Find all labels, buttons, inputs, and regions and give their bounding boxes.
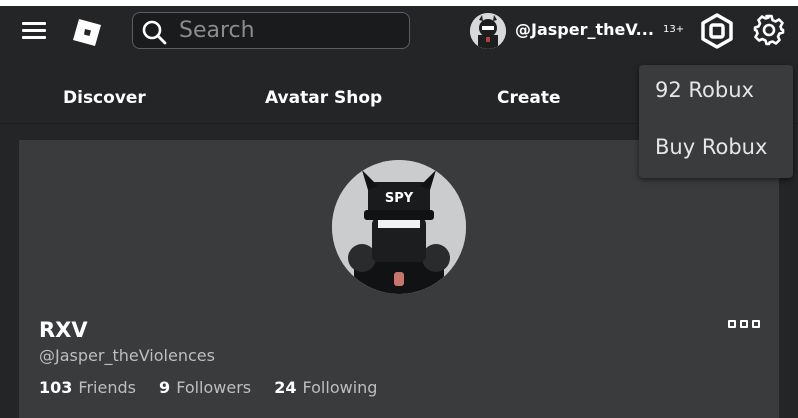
robux-icon[interactable] [700,13,734,49]
friends-count-link[interactable]: 103 Friends [39,378,136,397]
more-options-icon[interactable] [728,320,762,330]
profile-header-card: SPY RXV @Jasper_theViolences 103 Friends … [19,140,779,418]
followers-count-link[interactable]: 9 Followers [159,378,251,397]
nav-create[interactable]: Create [497,88,561,108]
profile-avatar-image: SPY [332,160,466,294]
followers-label: Followers [176,378,252,397]
gear-icon[interactable] [752,13,786,47]
avatar-thumbnail-image [470,13,506,49]
top-navigation-bar: @Jasper_theV... 13+ [0,0,798,62]
roblox-logo-icon[interactable] [72,17,102,47]
following-count: 24 [274,378,297,397]
hamburger-menu-icon[interactable] [22,22,46,40]
following-label: Following [302,378,378,397]
username-link[interactable]: @Jasper_theV... [515,20,654,39]
display-name: RXV [39,318,88,342]
search-input[interactable] [177,15,403,46]
age-badge: 13+ [663,24,685,35]
search-icon[interactable] [141,19,167,45]
profile-handle: @Jasper_theViolences [39,346,215,365]
nav-avatar-shop[interactable]: Avatar Shop [265,88,382,108]
profile-stats: 103 Friends 9 Followers 24 Following [39,378,395,397]
buy-robux-item[interactable]: Buy Robux [655,135,767,159]
following-count-link[interactable]: 24 Following [274,378,377,397]
nav-discover[interactable]: Discover [63,88,146,108]
followers-count: 9 [159,378,171,397]
user-avatar[interactable] [470,13,506,49]
profile-avatar[interactable]: SPY [332,160,466,294]
search-box[interactable] [132,12,410,49]
friends-count: 103 [39,378,73,397]
robux-balance-item[interactable]: 92 Robux [655,78,754,102]
avatar-hat-text: SPY [385,191,414,206]
robux-dropdown-menu: 92 Robux Buy Robux [639,65,793,178]
friends-label: Friends [78,378,136,397]
